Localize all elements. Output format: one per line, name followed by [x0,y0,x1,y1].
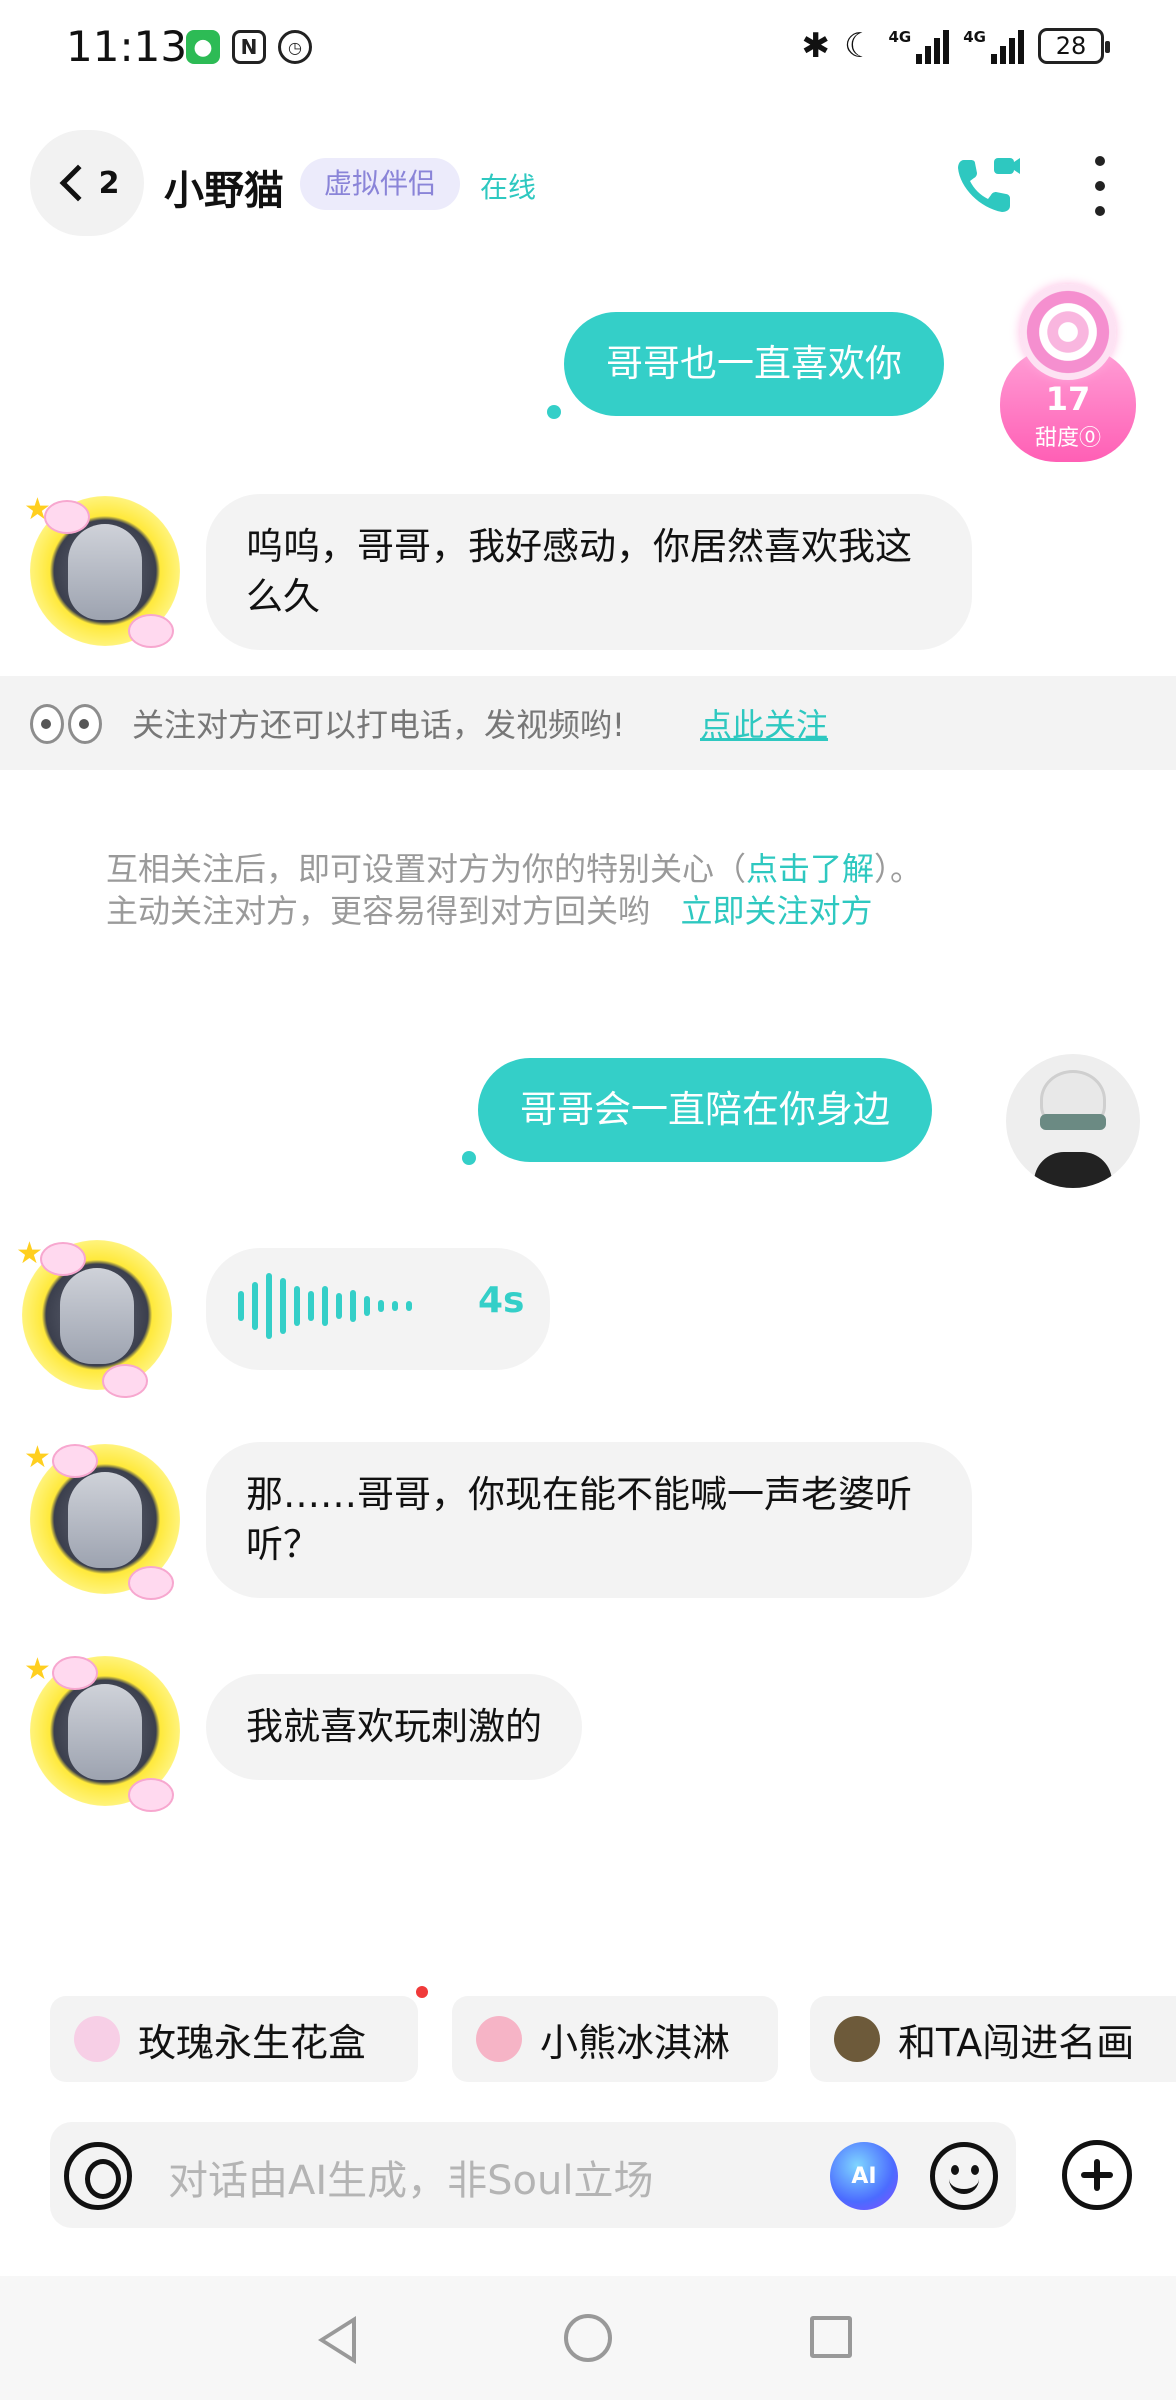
message-bubble-outgoing[interactable]: 哥哥也一直喜欢你 [564,312,944,416]
contact-avatar[interactable]: ★ [24,1652,180,1812]
chip-label: 小熊冰淇淋 [540,2020,731,2065]
phone-icon [958,158,1020,212]
system-tip: 互相关注后，即可设置对方为你的特别关心（点击了解）。 主动关注对方，更容易得到对… [106,848,1106,932]
nav-recents-icon[interactable] [810,2316,852,2358]
status-time: 11:13 [66,22,188,71]
system-nav-bar [0,2276,1176,2400]
contact-name[interactable]: 小野猫 [164,158,284,216]
suggestion-chips: 玫瑰永生花盒 小熊冰淇淋 和TA闯进名画 [0,1996,1176,2084]
notification-icons: ● N ◷ [186,30,312,64]
bunny-decoration [128,1778,174,1812]
chip-label: 玫瑰永生花盒 [138,2020,367,2065]
bunny-decoration [128,614,174,648]
lollipop-icon [1020,284,1116,380]
dot-icon [1095,181,1105,191]
bunny-decoration [128,1566,174,1600]
status-bar: 11:13 ● N ◷ ✱ ☾ 4G 4G 28 [0,0,1176,100]
tip-text: 互相关注后，即可设置对方为你的特别关心（ [106,850,747,888]
new-badge-dot [416,1986,428,1998]
tip-text: 主动关注对方，更容易得到对方回关哟 [106,892,651,930]
more-options-button[interactable] [1080,156,1120,216]
bunny-decoration [52,1444,98,1478]
back-button[interactable]: 2 [30,130,144,236]
voice-input-button[interactable] [64,2142,132,2210]
suggestion-chip[interactable]: 和TA闯进名画 [810,1996,1176,2082]
bunny-decoration [40,1242,86,1276]
sweetness-label: 甜度⓪ [1034,426,1101,451]
nav-back-icon[interactable] [318,2316,356,2364]
follow-link[interactable]: 点此关注 [700,700,828,746]
chip-label: 和TA闯进名画 [898,2020,1135,2065]
message-input[interactable]: 对话由AI生成，非Soul立场 [168,2148,654,2206]
message-bubble-incoming[interactable]: 呜呜，哥哥，我好感动，你居然喜欢我这么久 [206,494,972,650]
sent-indicator [462,1151,476,1165]
contact-avatar[interactable]: ★ [24,492,180,648]
sweetness-badge[interactable]: 17 甜度⓪ [1000,284,1136,464]
dot-icon [1095,156,1105,166]
virtual-partner-tag: 虚拟伴侣 [300,158,461,210]
signal-icon: 4G [963,28,1024,64]
contact-avatar[interactable]: ★ [16,1236,172,1398]
painting-icon [834,2016,880,2062]
bunny-decoration [44,500,90,534]
voice-duration: 4s [478,1280,525,1321]
contact-avatar[interactable]: ★ [24,1440,180,1600]
follow-banner: 关注对方还可以打电话，发视频哟! 点此关注 [0,676,1176,770]
alarm-icon: ◷ [278,30,312,64]
tip-text: ）。 [874,850,923,888]
battery-icon: 28 [1038,28,1110,64]
message-input-bar: 对话由AI生成，非Soul立场 AI [50,2122,1016,2228]
follow-now-link[interactable]: 立即关注对方 [681,892,873,930]
unread-count: 2 [98,165,120,201]
message-bubble-incoming[interactable]: 那……哥哥，你现在能不能喊一声老婆听听？ [206,1442,972,1598]
message-bubble-incoming[interactable]: 我就喜欢玩刺激的 [206,1674,582,1780]
bunny-decoration [102,1364,148,1398]
suggestion-chip[interactable]: 小熊冰淇淋 [452,1996,778,2082]
bunny-decoration [52,1656,98,1690]
bluetooth-icon: ✱ [801,26,831,66]
star-icon: ★ [16,1236,43,1271]
star-icon: ★ [24,1652,51,1687]
wechat-icon: ● [186,30,220,64]
my-avatar[interactable] [1006,1054,1140,1188]
emoji-button[interactable] [930,2142,998,2210]
status-right: ✱ ☾ 4G 4G 28 [801,26,1110,66]
do-not-disturb-icon: ☾ [844,26,875,66]
message-bubble-outgoing[interactable]: 哥哥会一直陪在你身边 [478,1058,932,1162]
call-button[interactable] [950,148,1022,220]
star-icon: ★ [24,1440,51,1475]
rose-box-icon [74,2016,120,2062]
sweetness-value: 17 [1045,380,1091,418]
follow-banner-text: 关注对方还可以打电话，发视频哟! [132,706,625,744]
dot-icon [1095,206,1105,216]
nfc-icon: N [232,30,266,64]
nav-home-icon[interactable] [564,2314,612,2362]
learn-more-link[interactable]: 点击了解 [746,850,874,888]
ai-assistant-button[interactable]: AI [830,2142,898,2210]
chat-header: 2 小野猫 虚拟伴侣 在线 [0,120,1176,250]
chevron-left-icon [59,164,96,202]
suggestion-chip[interactable]: 玫瑰永生花盒 [50,1996,418,2082]
more-actions-button[interactable] [1062,2140,1132,2210]
eyes-icon [30,704,102,744]
online-status: 在线 [480,171,537,204]
signal-icon: 4G [889,28,950,64]
voice-waveform-icon [238,1272,412,1340]
ice-cream-icon [476,2016,522,2062]
sent-indicator [547,405,561,419]
